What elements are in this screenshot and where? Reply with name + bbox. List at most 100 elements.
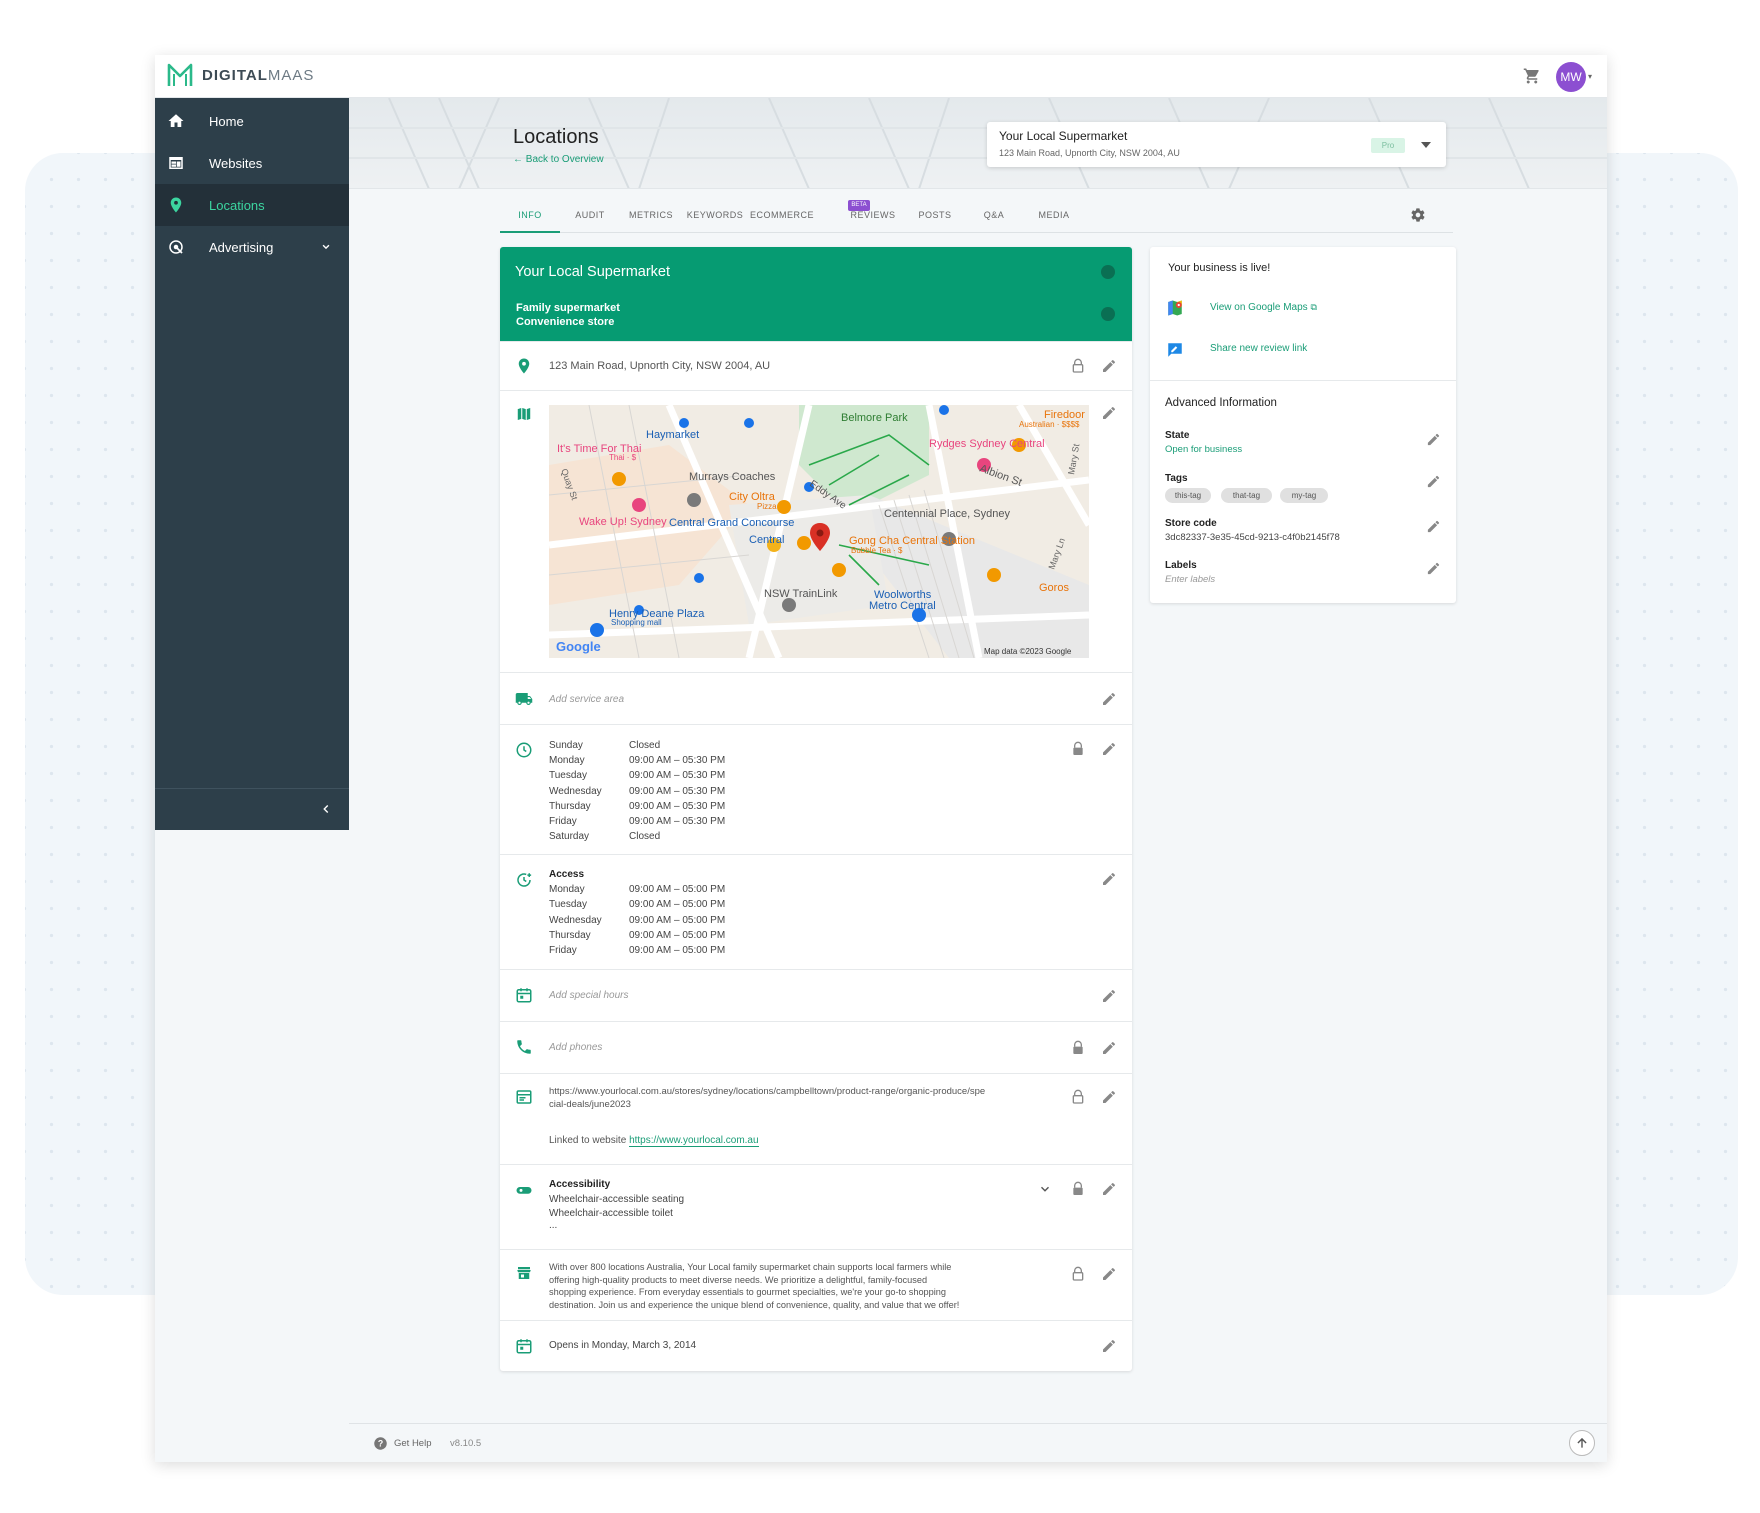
service-area-placeholder: Add service area — [549, 694, 625, 705]
tab-media[interactable]: MEDIA — [1024, 198, 1084, 233]
location-map[interactable]: Belmore Park Haymarket It's Time For Tha… — [549, 405, 1089, 658]
tab-audit[interactable]: AUDIT — [560, 198, 620, 233]
service-area-row[interactable]: Add service area — [500, 672, 1132, 724]
arrow-left-icon: ← — [513, 154, 526, 165]
tag-chip[interactable]: this-tag — [1165, 488, 1211, 503]
linked-website-link[interactable]: https://www.yourlocal.com.au — [629, 1135, 759, 1147]
lock-icon[interactable] — [1070, 1040, 1086, 1056]
edit-icon[interactable] — [1426, 561, 1441, 576]
beta-badge: BETA — [848, 200, 870, 211]
website-icon — [516, 1090, 532, 1104]
sidebar-item-advertising[interactable]: Advertising — [155, 226, 349, 268]
edit-icon[interactable] — [1101, 358, 1117, 374]
edit-icon[interactable] — [1101, 988, 1117, 1004]
svg-text:Haymarket: Haymarket — [646, 429, 699, 441]
tab-info[interactable]: INFO — [500, 198, 560, 233]
edit-icon[interactable] — [1426, 474, 1441, 489]
lock-icon[interactable] — [1070, 741, 1086, 757]
tab-keywords[interactable]: KEYWORDS — [682, 198, 748, 233]
business-live-title: Your business is live! — [1168, 262, 1271, 274]
sidebar-item-label: Locations — [209, 197, 265, 213]
location-pin-icon — [170, 197, 182, 213]
cart-icon[interactable] — [1523, 67, 1541, 85]
description-row: With over 800 locations Australia, Your … — [500, 1249, 1132, 1320]
lock-icon[interactable] — [1070, 358, 1086, 374]
gear-icon[interactable] — [1410, 207, 1426, 223]
labels-placeholder[interactable]: Enter labels — [1165, 574, 1215, 585]
edit-icon[interactable] — [1101, 1089, 1117, 1105]
lock-icon[interactable] — [1070, 1266, 1086, 1282]
footer: ? Get Help v8.10.5 — [349, 1423, 1607, 1462]
svg-text:Wake Up! Sydney: Wake Up! Sydney — [579, 516, 667, 528]
help-icon[interactable]: ? — [373, 1436, 388, 1451]
google-maps-icon — [1168, 300, 1182, 316]
svg-text:?: ? — [378, 1439, 383, 1449]
chevron-down-icon — [322, 244, 330, 250]
chevron-down-icon[interactable] — [1038, 1182, 1052, 1196]
labels-label: Labels — [1165, 560, 1197, 571]
edit-icon[interactable] — [1101, 1266, 1117, 1282]
info-icon[interactable] — [1101, 265, 1115, 279]
location-selector-name: Your Local Supermarket — [999, 129, 1128, 143]
user-avatar[interactable]: MW — [1556, 62, 1586, 92]
lock-icon[interactable] — [1070, 1089, 1086, 1105]
get-help-link[interactable]: Get Help — [394, 1438, 432, 1449]
business-header: Your Local Supermarket Family supermarke… — [500, 247, 1132, 341]
accessibility-title: Accessibility — [549, 1179, 611, 1190]
view-on-google-maps-link[interactable]: View on Google Maps ⧉ — [1210, 302, 1317, 313]
special-hours-row[interactable]: Add special hours — [500, 969, 1132, 1021]
location-selector[interactable]: Your Local Supermarket 123 Main Road, Up… — [987, 122, 1446, 167]
chevron-left-icon — [323, 805, 329, 813]
tab-ecommerce-label: ECOMMERCE — [750, 210, 815, 220]
edit-icon[interactable] — [1101, 741, 1117, 757]
tab-ecommerce[interactable]: ECOMMERCE — [750, 198, 840, 233]
svg-text:Thai · $: Thai · $ — [609, 453, 637, 462]
map-label: Belmore Park — [841, 412, 908, 424]
collapse-sidebar-button[interactable] — [155, 788, 349, 830]
sidebar-item-label: Advertising — [209, 239, 274, 255]
special-hours-placeholder: Add special hours — [549, 990, 629, 1001]
tag-chip[interactable]: my-tag — [1280, 488, 1328, 503]
tag-chip[interactable]: that-tag — [1221, 488, 1272, 503]
sidebar-item-locations[interactable]: Locations — [155, 184, 349, 226]
description-line: destination. Join us and experience the … — [549, 1299, 960, 1310]
hours-entry: Thursday 09:00 AM – 05:30 PM — [549, 800, 726, 812]
avatar-caret-icon[interactable]: ▾ — [1588, 72, 1592, 81]
location-selector-address: 123 Main Road, Upnorth City, NSW 2004, A… — [999, 148, 1180, 158]
edit-icon[interactable] — [1101, 405, 1117, 421]
tab-qa[interactable]: Q&A — [964, 198, 1024, 233]
edit-icon[interactable] — [1426, 519, 1441, 534]
scroll-to-top-button[interactable] — [1569, 1430, 1595, 1456]
edit-icon[interactable] — [1426, 432, 1441, 447]
svg-text:Goros: Goros — [1039, 582, 1069, 594]
accessibility-item: Wheelchair-accessible seating — [549, 1193, 685, 1205]
edit-icon[interactable] — [1101, 1040, 1117, 1056]
share-review-link[interactable]: Share new review link — [1210, 343, 1307, 354]
map-row: Belmore Park Haymarket It's Time For Tha… — [500, 390, 1132, 672]
logo[interactable]: DIGITALMAAS — [166, 62, 314, 88]
tab-posts[interactable]: POSTS — [906, 198, 964, 233]
view-on-google-maps-label: View on Google Maps — [1210, 302, 1308, 313]
back-to-overview-link[interactable]: ← Back to Overview — [513, 154, 604, 165]
website-url[interactable]: https://www.yourlocal.com.au/stores/sydn… — [549, 1086, 985, 1111]
sidebar-item-websites[interactable]: Websites — [155, 142, 349, 184]
page-header: Locations ← Back to Overview Your Local … — [349, 98, 1607, 189]
calendar-icon — [516, 988, 532, 1003]
logo-mark-icon — [167, 63, 193, 86]
info-icon[interactable] — [1101, 307, 1115, 321]
svg-text:Central Grand Concourse: Central Grand Concourse — [669, 517, 794, 529]
calendar-icon — [516, 1339, 532, 1354]
edit-icon[interactable] — [1101, 691, 1117, 707]
sidebar-item-home[interactable]: Home — [155, 100, 349, 142]
map-canvas: Belmore Park Haymarket It's Time For Tha… — [549, 405, 1089, 658]
edit-icon[interactable] — [1101, 1181, 1117, 1197]
sidebar-item-label: Home — [209, 113, 244, 129]
address-text: 123 Main Road, Upnorth City, NSW 2004, A… — [549, 360, 771, 372]
tab-metrics[interactable]: METRICS — [620, 198, 682, 233]
opening-date-row: Opens in Monday, March 3, 2014 — [500, 1320, 1132, 1371]
edit-icon[interactable] — [1101, 1338, 1117, 1354]
phones-row[interactable]: Add phones — [500, 1021, 1132, 1073]
hours-entry: Monday 09:00 AM – 05:00 PM — [549, 884, 726, 896]
lock-icon[interactable] — [1070, 1181, 1086, 1197]
edit-icon[interactable] — [1101, 871, 1117, 887]
